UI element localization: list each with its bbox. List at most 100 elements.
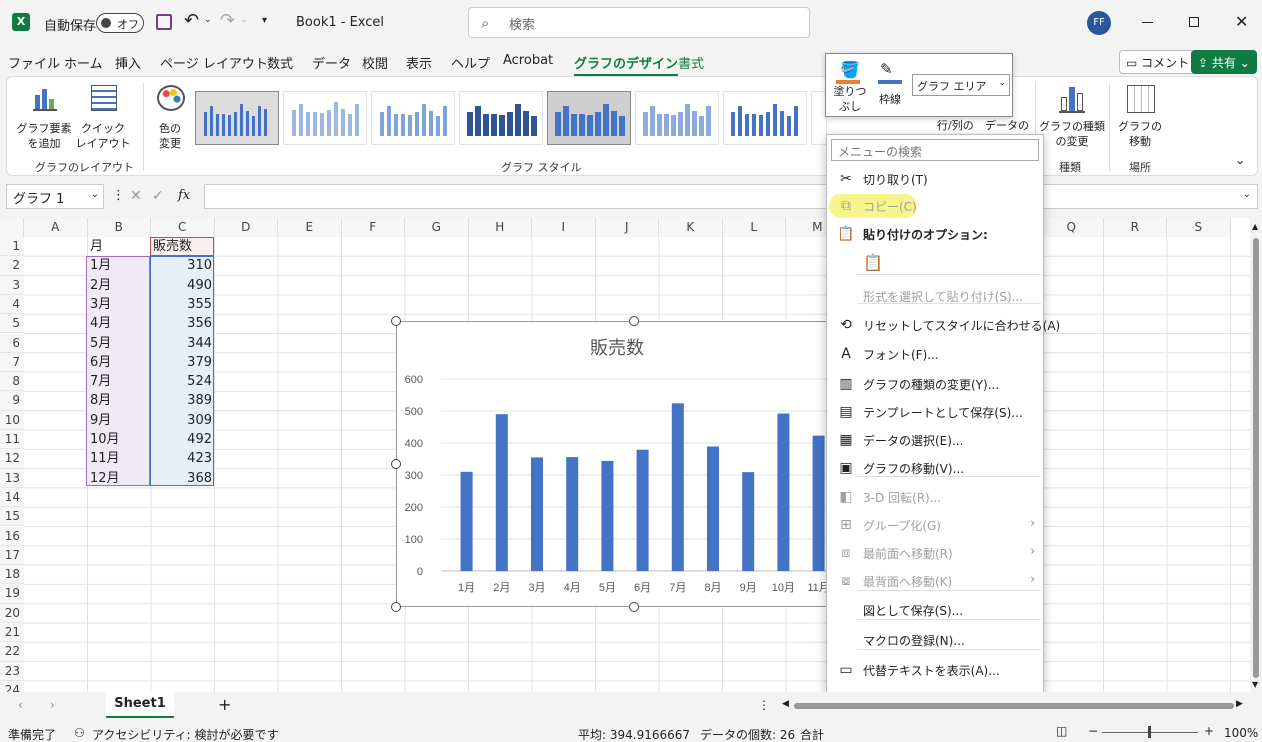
add-chart-element-button[interactable]: グラフ要素 を追加 bbox=[15, 83, 73, 153]
chart-style-5[interactable] bbox=[547, 91, 631, 145]
cell-month[interactable]: 1月 bbox=[90, 256, 111, 275]
zoom-in-icon[interactable]: + bbox=[1204, 724, 1214, 738]
change-colors-button[interactable]: 色の 変更 bbox=[147, 83, 193, 153]
accessibility-status[interactable]: アクセシビリティ: 検討が必要です bbox=[92, 726, 279, 742]
save-icon[interactable] bbox=[156, 14, 172, 30]
menu-item-2[interactable]: 📋 貼り付けのオプション: bbox=[827, 221, 1043, 247]
column-header-h[interactable]: H bbox=[468, 218, 532, 237]
menu-item-6[interactable]: ▥ グラフの種類の変更(Y)... bbox=[827, 371, 1043, 397]
column-header-c[interactable]: C bbox=[151, 218, 215, 237]
column-header-s[interactable]: S bbox=[1167, 218, 1231, 237]
row-header-19[interactable]: 19 bbox=[0, 584, 24, 604]
row-header-23[interactable]: 23 bbox=[0, 661, 24, 681]
bar[interactable] bbox=[671, 403, 684, 571]
cell-sales[interactable]: 492 bbox=[150, 430, 212, 449]
insert-function-icon[interactable]: fx bbox=[178, 188, 190, 203]
row-header-16[interactable]: 16 bbox=[0, 526, 24, 546]
resize-handle[interactable] bbox=[391, 459, 401, 469]
menu-search-input[interactable]: メニューの検索 bbox=[831, 139, 1039, 161]
column-header-r[interactable]: R bbox=[1103, 218, 1167, 237]
quick-layout-button[interactable]: クイック レイアウト bbox=[73, 83, 133, 153]
select-all-corner[interactable] bbox=[0, 218, 24, 237]
row-header-11[interactable]: 11 bbox=[0, 430, 24, 450]
expand-formula-icon[interactable]: ⌄ bbox=[1243, 189, 1251, 200]
prev-sheet-icon[interactable]: ‹ bbox=[18, 698, 23, 712]
cell-header-month[interactable]: 月 bbox=[90, 237, 103, 256]
cell-header-sales[interactable]: 販売数 bbox=[153, 237, 192, 256]
column-header-g[interactable]: G bbox=[405, 218, 469, 237]
minimize-icon[interactable] bbox=[1142, 22, 1153, 23]
resize-handle[interactable] bbox=[391, 602, 401, 612]
row-header-2[interactable]: 2 bbox=[0, 256, 24, 276]
page-layout-view-icon[interactable]: ◫ bbox=[1056, 724, 1067, 738]
row-header-13[interactable]: 13 bbox=[0, 468, 24, 488]
undo-dropdown-icon[interactable]: ⌄ bbox=[204, 15, 212, 25]
scroll-left-icon[interactable]: ◀ bbox=[782, 699, 789, 709]
sheet-tab-sheet1[interactable]: Sheet1 bbox=[106, 692, 174, 718]
row-header-4[interactable]: 4 bbox=[0, 294, 24, 315]
cell-month[interactable]: 5月 bbox=[90, 334, 111, 353]
zoom-out-icon[interactable]: − bbox=[1088, 724, 1098, 738]
chart-style-7[interactable] bbox=[723, 91, 807, 145]
cell-month[interactable]: 7月 bbox=[90, 372, 111, 391]
outline-button[interactable]: ✎ 枠線 bbox=[874, 58, 910, 114]
cell-month[interactable]: 10月 bbox=[90, 430, 120, 449]
tab-page-layout[interactable]: ページ レイアウト bbox=[160, 53, 268, 72]
row-header-24[interactable]: 24 bbox=[0, 680, 24, 692]
chart-area[interactable]: 販売数 0 100 200 300 400 500 600 1月 2月 3月 4月 5月 6月 7月 8月 9… bbox=[396, 321, 837, 608]
menu-item-7[interactable]: ▤ テンプレートとして保存(S)... bbox=[827, 399, 1043, 425]
row-header-12[interactable]: 12 bbox=[0, 449, 24, 469]
customize-qat-icon[interactable]: ▾ bbox=[262, 15, 267, 26]
menu-item-3[interactable]: 形式を選択して貼り付け(S)... bbox=[827, 283, 1043, 309]
menu-item-8[interactable]: ▦ データの選択(E)... bbox=[827, 427, 1043, 453]
resize-handle[interactable] bbox=[629, 316, 639, 326]
chart-style-4[interactable] bbox=[459, 91, 543, 145]
column-header-b[interactable]: B bbox=[87, 218, 151, 237]
menu-item-16[interactable]: ▭ 代替テキストを表示(A)... bbox=[827, 657, 1043, 683]
menu-item-11[interactable]: ⊞ グループ化(G) › bbox=[827, 512, 1043, 538]
cell-month[interactable]: 4月 bbox=[90, 314, 111, 333]
bar[interactable] bbox=[601, 460, 614, 571]
cell-sales[interactable]: 355 bbox=[150, 295, 212, 314]
bar[interactable] bbox=[566, 457, 579, 571]
menu-item-1[interactable]: ⧉ コピー(C) bbox=[827, 193, 1043, 219]
chart-style-1[interactable] bbox=[195, 91, 279, 145]
bar[interactable] bbox=[460, 471, 473, 571]
cancel-icon[interactable]: ✕ bbox=[130, 188, 142, 204]
bar[interactable] bbox=[531, 457, 543, 571]
tab-insert[interactable]: 挿入 bbox=[115, 53, 141, 72]
menu-item-5[interactable]: A フォント(F)... bbox=[827, 341, 1043, 367]
chart-style-2[interactable] bbox=[283, 91, 367, 145]
redo-dropdown-icon[interactable]: ⌄ bbox=[240, 15, 248, 25]
row-header-15[interactable]: 15 bbox=[0, 507, 24, 527]
column-header-d[interactable]: D bbox=[214, 218, 278, 237]
column-header-q[interactable]: Q bbox=[1040, 218, 1104, 237]
scroll-up-icon[interactable]: ▲ bbox=[1252, 222, 1258, 231]
column-header-a[interactable]: A bbox=[24, 218, 88, 237]
chart-plot[interactable]: 0 100 200 300 400 500 600 1月 2月 3月 4月 5月 6月 7月 8月 9月 10月… bbox=[397, 322, 837, 608]
move-chart-button[interactable]: グラフの 移動 bbox=[1115, 83, 1165, 153]
cell-month[interactable]: 3月 bbox=[90, 295, 111, 314]
accessibility-icon[interactable]: ⚇ bbox=[74, 726, 85, 740]
column-header-i[interactable]: I bbox=[532, 218, 596, 237]
cell-month[interactable]: 6月 bbox=[90, 353, 111, 372]
share-button[interactable]: ⇪ 共有 ⌄ bbox=[1191, 50, 1257, 74]
menu-item-0[interactable]: ✂ 切り取り(T) bbox=[827, 166, 1043, 192]
tab-acrobat[interactable]: Acrobat bbox=[503, 53, 553, 68]
restore-icon[interactable] bbox=[1189, 17, 1199, 27]
formula-input[interactable]: ⌄ bbox=[204, 184, 1258, 209]
close-icon[interactable]: ✕ bbox=[1235, 12, 1248, 31]
change-chart-type-button[interactable]: グラフの種類 の変更 bbox=[1037, 83, 1107, 153]
cell-month[interactable]: 12月 bbox=[90, 469, 120, 488]
menu-item-4[interactable]: ⟲ リセットしてスタイルに合わせる(A) bbox=[827, 312, 1060, 338]
row-header-6[interactable]: 6 bbox=[0, 333, 24, 353]
cell-sales[interactable]: 310 bbox=[150, 256, 212, 275]
menu-item-12[interactable]: ⧈ 最前面へ移動(R) › bbox=[827, 540, 1043, 566]
tab-home[interactable]: ホーム bbox=[64, 53, 103, 72]
cell-sales[interactable]: 356 bbox=[150, 314, 212, 333]
tab-format[interactable]: 書式 bbox=[678, 53, 704, 72]
collapse-ribbon-icon[interactable]: ⌄ bbox=[1235, 153, 1245, 167]
row-header-20[interactable]: 20 bbox=[0, 603, 24, 623]
cell-sales[interactable]: 368 bbox=[150, 469, 212, 488]
menu-item-10[interactable]: ◧ 3-D 回転(R)... bbox=[827, 484, 1043, 510]
